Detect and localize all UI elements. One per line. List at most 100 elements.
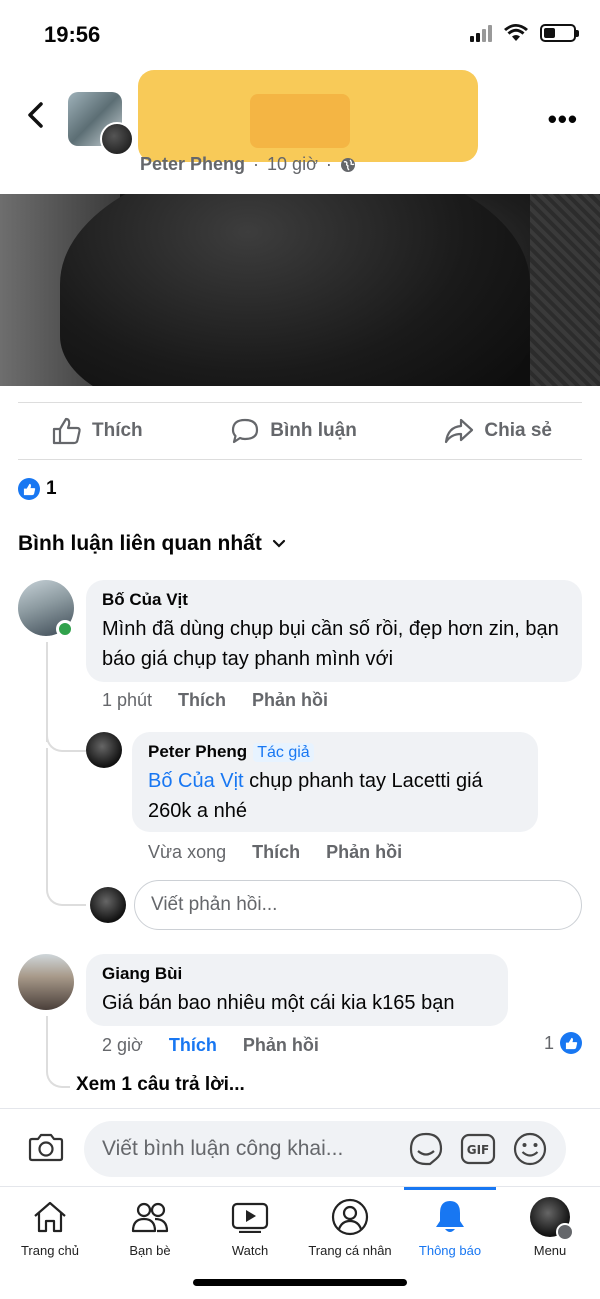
thread-connector — [46, 1016, 70, 1088]
comment-reply-button[interactable]: Phản hồi — [252, 690, 328, 711]
reply-mention[interactable]: Bố Của Vịt — [148, 770, 244, 792]
comment-bubble[interactable]: Giang Bùi Giá bán bao nhiêu một cái kia … — [86, 954, 508, 1026]
reply-bubble[interactable]: Peter Pheng Tác giả Bố Của Vịt chụp phanh… — [132, 732, 538, 832]
share-button[interactable]: Chia sẻ — [444, 417, 552, 445]
comment-text: Mình đã dùng chụp bụi cần số rồi, đẹp hơ… — [102, 618, 559, 670]
comment-reply-button[interactable]: Phản hồi — [243, 1035, 319, 1056]
reply-author-avatar[interactable] — [86, 732, 122, 768]
reply-author[interactable]: Peter Pheng — [148, 742, 247, 761]
post-actions: Thích Bình luận Chia sẻ — [18, 402, 582, 460]
comment-like-button[interactable]: Thích — [169, 1035, 217, 1056]
photo-leather-boot — [60, 194, 530, 386]
comment-label: Bình luận — [270, 420, 357, 441]
thread-connector — [46, 748, 86, 906]
tab-label: Watch — [231, 1243, 269, 1258]
post-time: 10 giờ — [267, 154, 318, 174]
reply-time: Vừa xong — [148, 842, 227, 862]
tab-label: Menu — [533, 1243, 567, 1258]
tab-home[interactable]: Trang chủ — [0, 1197, 100, 1258]
commenter-name[interactable]: Giang Bùi — [102, 964, 492, 984]
watch-icon — [231, 1202, 269, 1233]
group-avatar[interactable] — [68, 92, 134, 156]
like-count: 1 — [46, 478, 57, 499]
reaction-summary[interactable]: 1 — [18, 478, 57, 500]
active-tab-indicator — [404, 1187, 496, 1190]
tab-menu[interactable]: Menu — [500, 1197, 600, 1258]
like-reaction-icon — [18, 478, 40, 500]
comment-button[interactable]: Bình luận — [230, 417, 357, 445]
comment-reaction-count[interactable]: 1 — [544, 1032, 582, 1054]
share-icon — [445, 418, 474, 444]
commenter-name[interactable]: Bố Của Vịt — [102, 590, 566, 610]
friends-icon — [131, 1202, 169, 1233]
signal-icon — [470, 24, 492, 42]
comment-bubble[interactable]: Bố Của Vịt Mình đã dùng chụp bụi cần số … — [86, 580, 582, 682]
wifi-icon — [504, 24, 528, 41]
comment-reaction-number: 1 — [543, 1032, 554, 1053]
post-photo[interactable] — [0, 194, 600, 386]
chevron-down-icon — [272, 539, 285, 548]
camera-icon[interactable] — [28, 1131, 64, 1163]
tab-label: Trang chủ — [20, 1243, 80, 1258]
tab-notifications[interactable]: Thông báo — [400, 1197, 500, 1258]
author-avatar-small — [100, 122, 134, 156]
meta-separator: · — [325, 154, 332, 174]
online-indicator — [56, 620, 74, 638]
gif-icon[interactable]: GIF — [460, 1131, 496, 1167]
menu-avatar — [530, 1197, 574, 1241]
reply-input[interactable]: Viết phản hồi... — [134, 880, 582, 930]
tab-friends[interactable]: Bạn bè — [100, 1197, 200, 1258]
photo-console-right — [530, 194, 600, 386]
home-icon — [34, 1201, 66, 1233]
thumbs-up-icon — [52, 417, 81, 445]
reply-text: Bố Của Vịt chụp phanh tay Lacetti giá 26… — [148, 766, 522, 826]
comment-sort-dropdown[interactable]: Bình luận liên quan nhất — [18, 532, 286, 556]
battery-icon — [540, 24, 579, 42]
comment-like-button[interactable]: Thích — [178, 690, 226, 711]
like-label: Thích — [92, 420, 143, 441]
status-icons — [470, 24, 579, 42]
tab-profile[interactable]: Trang cá nhân — [300, 1197, 400, 1258]
post-header: Peter Pheng · 10 giờ · ••• — [0, 70, 600, 194]
bell-icon — [436, 1201, 464, 1232]
author-badge: Tác giả — [253, 743, 314, 762]
reply-reply-button[interactable]: Phản hồi — [326, 842, 402, 863]
sticker-icon[interactable] — [408, 1131, 444, 1167]
thread-connector — [46, 700, 86, 752]
tab-watch[interactable]: Watch — [200, 1197, 300, 1258]
post-meta: Peter Pheng · 10 giờ · — [140, 154, 356, 175]
chevron-left-icon — [28, 102, 43, 128]
like-button[interactable]: Thích — [52, 417, 143, 445]
back-button[interactable] — [18, 98, 52, 132]
meta-separator: · — [253, 154, 260, 174]
comment-text: Giá bán bao nhiêu một cái kia k165 bạn — [102, 992, 455, 1014]
reply-meta: Vừa xong Thích Phản hồi — [148, 842, 402, 863]
svg-text:GIF: GIF — [467, 1143, 490, 1157]
post-author[interactable]: Peter Pheng — [140, 154, 245, 175]
reply-author-name: Peter Pheng Tác giả — [148, 742, 522, 762]
commenter-avatar[interactable] — [18, 954, 74, 1010]
comment-icon — [232, 418, 259, 444]
comment-compose-bar: Viết bình luận công khai... GIF — [0, 1108, 600, 1186]
share-label: Chia sẻ — [484, 420, 552, 441]
status-time: 19:56 — [44, 22, 101, 47]
comment-time: 2 giờ — [102, 1035, 143, 1055]
comment-time: 1 phút — [102, 690, 153, 710]
comment-meta: 1 phút Thích Phản hồi — [102, 690, 328, 711]
emoji-icon[interactable] — [512, 1131, 548, 1167]
comment-input-placeholder: Viết bình luận công khai... — [102, 1137, 344, 1160]
reply-input-placeholder: Viết phản hồi... — [151, 894, 278, 915]
comment-meta: 2 giờ Thích Phản hồi — [102, 1035, 319, 1056]
home-indicator — [193, 1279, 407, 1286]
status-bar: 19:56 — [0, 0, 600, 70]
reply-like-button[interactable]: Thích — [252, 842, 300, 863]
see-replies-link[interactable]: Xem 1 câu trả lời... — [76, 1074, 245, 1096]
more-options-button[interactable]: ••• — [548, 104, 578, 135]
tab-label: Trang cá nhân — [308, 1243, 392, 1258]
comment-sort-label: Bình luận liên quan nhất — [18, 532, 262, 555]
tab-label: Thông báo — [418, 1243, 482, 1258]
menu-badge-icon — [556, 1223, 574, 1241]
tab-label: Bạn bè — [129, 1243, 171, 1258]
globe-icon — [340, 157, 355, 172]
my-avatar — [90, 887, 126, 923]
